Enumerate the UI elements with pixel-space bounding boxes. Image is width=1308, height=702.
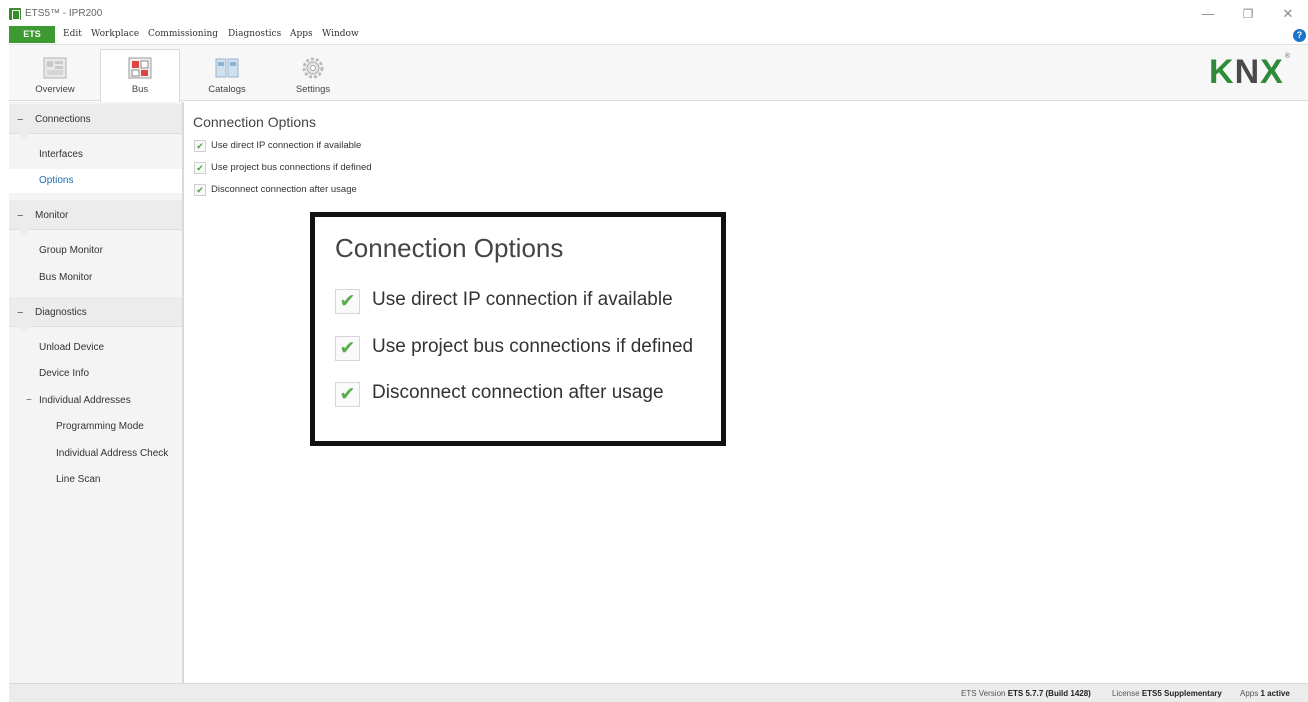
tab-catalogs[interactable]: Catalogs — [187, 50, 267, 102]
section-diagnostics[interactable]: − Diagnostics — [9, 297, 182, 332]
zoom-title: Connection Options — [335, 233, 564, 263]
collapse-icon: − — [17, 210, 24, 222]
section-connections[interactable]: − Connections — [9, 104, 182, 139]
tab-overview[interactable]: Overview — [15, 50, 95, 102]
ets-menu-button[interactable]: ETS — [9, 26, 55, 43]
menu-workplace[interactable]: Workplace — [91, 29, 139, 39]
collapse-icon: − — [17, 307, 24, 319]
zoom-option-label: Use direct IP connection if available — [372, 289, 673, 310]
sidebar-item-bus-monitor[interactable]: Bus Monitor — [9, 266, 182, 290]
settings-gear-icon — [302, 57, 324, 79]
ribbon: Overview Bus Catalogs Settings KNX® — [9, 44, 1308, 102]
menu-commissioning[interactable]: Commissioning — [148, 29, 218, 39]
title-bar: ETS5™ - IPR200 — ❐ ✕ — [0, 0, 1308, 26]
knx-logo: KNX® — [1209, 53, 1291, 91]
tab-overview-label: Overview — [35, 84, 75, 95]
tab-bus-label: Bus — [131, 84, 149, 95]
option-project-bus-label: Use project bus connections if defined — [211, 162, 372, 173]
status-license: License ETS5 Supplementary — [1112, 689, 1222, 698]
minimize-button[interactable]: — — [1198, 5, 1218, 23]
sidebar-item-line-scan[interactable]: Line Scan — [9, 468, 182, 492]
tab-bus[interactable]: Bus — [100, 49, 180, 102]
status-version: ETS Version ETS 5.7.7 (Build 1428) — [961, 689, 1091, 698]
check-icon: ✔ — [335, 289, 360, 314]
sidebar-item-device-info[interactable]: Device Info — [9, 362, 182, 386]
collapse-icon: − — [26, 395, 32, 406]
page-title: Connection Options — [193, 114, 316, 130]
status-bar: ETS Version ETS 5.7.7 (Build 1428) Licen… — [9, 683, 1308, 702]
sidebar-item-options[interactable]: Options — [9, 169, 182, 193]
overview-icon — [43, 57, 67, 79]
menu-bar: ETS Edit Workplace Commissioning Diagnos… — [0, 26, 1308, 44]
help-icon[interactable]: ? — [1293, 29, 1306, 42]
sidebar-item-unload-device[interactable]: Unload Device — [9, 336, 182, 360]
status-apps: Apps 1 active — [1240, 689, 1290, 698]
tab-settings-label: Settings — [295, 84, 331, 95]
section-diagnostics-label: Diagnostics — [35, 307, 87, 318]
checkbox-disconnect[interactable]: ✔ — [194, 184, 206, 196]
menu-window[interactable]: Window — [322, 29, 359, 39]
option-disconnect-label: Disconnect connection after usage — [211, 184, 357, 195]
menu-diagnostics[interactable]: Diagnostics — [228, 29, 281, 39]
check-icon: ✔ — [335, 336, 360, 361]
section-connections-label: Connections — [35, 114, 91, 125]
section-monitor-label: Monitor — [35, 210, 69, 221]
checkbox-direct-ip[interactable]: ✔ — [194, 140, 206, 152]
catalogs-icon — [215, 58, 239, 78]
tab-catalogs-label: Catalogs — [208, 84, 246, 95]
window-title: ETS5™ - IPR200 — [25, 8, 103, 19]
menu-apps[interactable]: Apps — [290, 29, 313, 39]
zoom-callout: Connection Options ✔ Use direct IP conne… — [310, 212, 726, 446]
ets-app-icon — [9, 8, 21, 20]
zoom-option-label: Use project bus connections if defined — [372, 336, 694, 357]
zoom-option-label: Disconnect connection after usage — [372, 382, 664, 403]
tab-settings[interactable]: Settings — [273, 50, 353, 102]
checkbox-project-bus[interactable]: ✔ — [194, 162, 206, 174]
bus-icon — [128, 57, 152, 79]
sidebar-item-individual-addresses[interactable]: − Individual Addresses — [9, 389, 182, 413]
menu-edit[interactable]: Edit — [63, 29, 82, 39]
sidebar-item-programming-mode[interactable]: Programming Mode — [9, 415, 182, 439]
option-direct-ip-label: Use direct IP connection if available — [211, 140, 362, 151]
sidebar: − Connections Interfaces Options − Monit… — [9, 102, 184, 683]
section-monitor[interactable]: − Monitor — [9, 200, 182, 235]
close-button[interactable]: ✕ — [1278, 5, 1298, 23]
sidebar-item-group-monitor[interactable]: Group Monitor — [9, 239, 182, 263]
collapse-icon: − — [17, 114, 24, 126]
sidebar-item-individual-address-check[interactable]: Individual Address Check — [9, 442, 182, 466]
check-icon: ✔ — [335, 382, 360, 407]
maximize-button[interactable]: ❐ — [1238, 5, 1258, 23]
sidebar-item-interfaces[interactable]: Interfaces — [9, 143, 182, 167]
